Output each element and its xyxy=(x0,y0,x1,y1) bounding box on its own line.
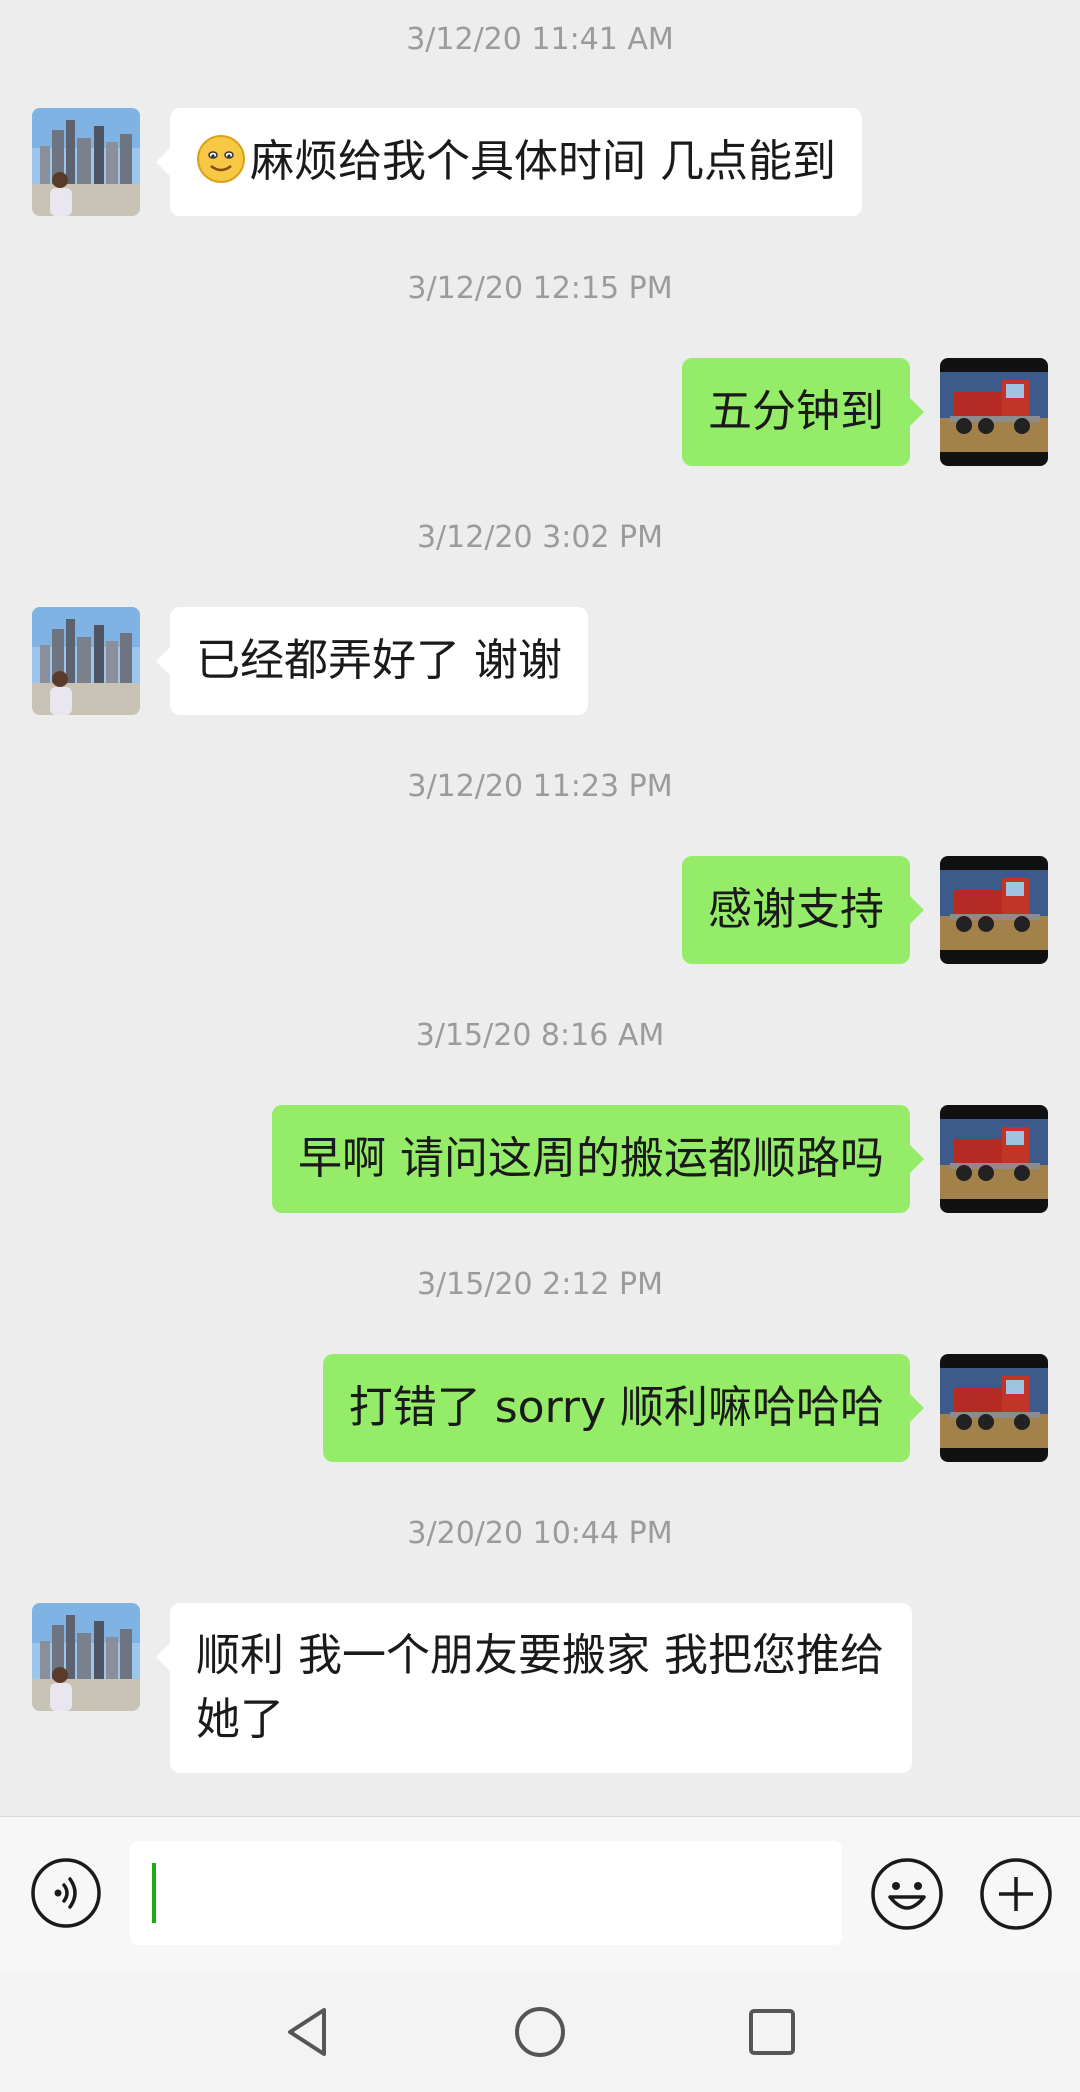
my-avatar[interactable] xyxy=(940,1105,1048,1213)
message-bubble-outgoing[interactable]: 感谢支持 xyxy=(682,856,924,964)
message-bubble-outgoing[interactable]: 五分钟到 xyxy=(682,358,924,466)
contact-avatar[interactable] xyxy=(32,1603,140,1711)
message-bubble-outgoing[interactable]: 打错了 sorry 顺利嘛哈哈哈 xyxy=(322,1354,925,1462)
contact-avatar[interactable] xyxy=(32,108,140,216)
timestamp: 3/12/20 11:23 PM xyxy=(407,769,673,804)
timestamp: 3/12/20 12:15 PM xyxy=(407,271,673,306)
message-bubble-incoming[interactable]: 麻烦给我个具体时间 几点能到 xyxy=(156,108,862,216)
my-avatar[interactable] xyxy=(940,856,1048,964)
message-bubble-outgoing[interactable]: 早啊 请问这周的搬运都顺路吗 xyxy=(272,1105,924,1213)
emoji-icon[interactable] xyxy=(870,1857,944,1931)
system-nav-bar xyxy=(0,1972,1080,2092)
timestamp: 3/20/20 10:44 PM xyxy=(407,1516,673,1551)
message-input[interactable] xyxy=(130,1841,842,1945)
message-text: 打错了 sorry 顺利嘛哈哈哈 xyxy=(348,1382,884,1433)
my-avatar[interactable] xyxy=(940,1354,1048,1462)
timestamp: 3/12/20 11:41 AM xyxy=(406,22,674,57)
smiling-face-icon xyxy=(197,135,245,183)
message-bubble-incoming[interactable]: 顺利 我一个朋友要搬家 我把您推给她了 xyxy=(156,1603,912,1773)
text-caret xyxy=(152,1863,156,1923)
back-triangle-icon[interactable] xyxy=(278,2002,338,2062)
input-bar xyxy=(0,1816,1080,1973)
timestamp: 3/12/20 3:02 PM xyxy=(416,520,664,555)
my-avatar[interactable] xyxy=(940,358,1048,466)
plus-icon[interactable] xyxy=(979,1857,1053,1931)
chat-area: 3/12/20 11:41 AM 麻烦给我个具体时间 几点能到 3/12/20 … xyxy=(0,0,1080,1816)
timestamp: 3/15/20 8:16 AM xyxy=(415,1018,665,1053)
message-bubble-incoming[interactable]: 已经都弄好了 谢谢 xyxy=(156,607,588,715)
timestamp: 3/15/20 2:12 PM xyxy=(416,1267,664,1302)
voice-icon[interactable] xyxy=(30,1857,102,1929)
message-text: 麻烦给我个具体时间 几点能到 xyxy=(250,136,836,187)
contact-avatar[interactable] xyxy=(32,607,140,715)
message-text: 感谢支持 xyxy=(708,884,884,935)
message-text: 已经都弄好了 谢谢 xyxy=(196,635,562,686)
message-text: 早啊 请问这周的搬运都顺路吗 xyxy=(298,1133,884,1184)
message-text: 顺利 我一个朋友要搬家 我把您推给她了 xyxy=(196,1630,884,1745)
message-text: 五分钟到 xyxy=(708,386,884,437)
home-circle-icon[interactable] xyxy=(510,2002,570,2062)
recent-square-icon[interactable] xyxy=(742,2002,802,2062)
